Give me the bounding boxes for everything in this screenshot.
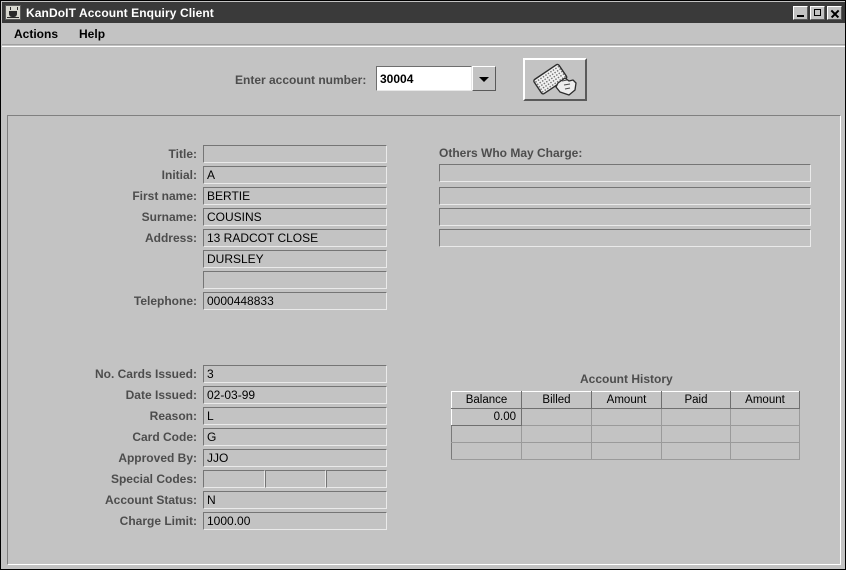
cell-balance-r2[interactable] — [451, 425, 522, 443]
cell-billed-r1[interactable] — [521, 408, 592, 426]
cell-amount2-r2[interactable] — [730, 425, 800, 443]
field-row-account-status: Account Status: N — [89, 491, 387, 509]
cell-billed-r3[interactable] — [521, 442, 592, 460]
minimize-button[interactable] — [793, 5, 808, 20]
account-history-title: Account History — [580, 372, 673, 386]
date-issued-input[interactable]: 02-03-99 — [203, 386, 387, 404]
special-codes-label: Special Codes: — [110, 472, 197, 486]
table-row[interactable] — [451, 425, 800, 443]
approved-by-input[interactable]: JJO — [203, 449, 387, 467]
telephone-label: Telephone: — [133, 294, 197, 308]
account-number-input[interactable]: 30004 — [376, 66, 472, 91]
column-header-amount-2[interactable]: Amount — [730, 391, 800, 409]
account-number-combobox[interactable]: 30004 — [376, 66, 496, 91]
title-label: Title: — [168, 147, 197, 161]
column-header-billed[interactable]: Billed — [521, 391, 592, 409]
other-charger-4-input[interactable] — [439, 229, 811, 247]
surname-input[interactable]: COUSINS — [203, 208, 387, 226]
cell-paid-r3[interactable] — [661, 442, 731, 460]
other-charger-2-input[interactable] — [439, 187, 811, 205]
menu-item-help[interactable]: Help — [70, 25, 114, 43]
maximize-button[interactable] — [810, 5, 825, 20]
table-row[interactable] — [451, 442, 800, 460]
approved-by-label: Approved By: — [118, 451, 197, 465]
cards-issued-input[interactable]: 3 — [203, 365, 387, 383]
column-header-amount-1[interactable]: Amount — [591, 391, 662, 409]
table-row[interactable]: 0.00 — [451, 408, 800, 426]
address-line-2-input[interactable]: DURSLEY — [203, 250, 387, 268]
cell-billed-r2[interactable] — [521, 425, 592, 443]
cell-amount2-r3[interactable] — [730, 442, 800, 460]
account-number-label: Enter account number: — [235, 73, 367, 87]
charge-limit-input[interactable]: 1000.00 — [203, 512, 387, 530]
field-row-telephone: Telephone: 0000448833 — [119, 292, 387, 310]
cell-paid-r2[interactable] — [661, 425, 731, 443]
others-who-may-charge-label: Others Who May Charge: — [439, 146, 583, 160]
address-label: Address: — [144, 231, 197, 245]
charge-limit-label: Charge Limit: — [119, 514, 197, 528]
field-row-charge-limit: Charge Limit: 1000.00 — [89, 512, 387, 530]
special-code-1-input[interactable] — [203, 470, 265, 488]
other-charger-3-input[interactable] — [439, 208, 811, 226]
cell-balance-r3[interactable] — [451, 442, 522, 460]
field-row-title: Title: — [119, 145, 387, 163]
cell-balance-r1[interactable]: 0.00 — [451, 408, 522, 426]
title-input[interactable] — [203, 145, 387, 163]
reason-label: Reason: — [149, 409, 197, 423]
cell-paid-r1[interactable] — [661, 408, 731, 426]
account-status-input[interactable]: N — [203, 491, 387, 509]
window-controls — [793, 5, 842, 20]
chevron-down-icon[interactable] — [472, 66, 496, 91]
field-row-surname: Surname: COUSINS — [119, 208, 387, 226]
address-line-3-input[interactable] — [203, 271, 387, 289]
initial-input[interactable]: A — [203, 166, 387, 184]
card-swipe-hand-icon — [525, 61, 585, 97]
first-name-input[interactable]: BERTIE — [203, 187, 387, 205]
other-charger-1-input[interactable] — [439, 164, 811, 182]
special-code-2-input[interactable] — [265, 470, 326, 488]
address-line-1-input[interactable]: 13 RADCOT CLOSE — [203, 229, 387, 247]
special-code-3-input[interactable] — [326, 470, 387, 488]
column-header-balance[interactable]: Balance — [451, 391, 522, 409]
field-row-card-code: Card Code: G — [89, 428, 387, 446]
reason-input[interactable]: L — [203, 407, 387, 425]
field-row-special-codes: Special Codes: — [89, 470, 387, 488]
close-button[interactable] — [827, 5, 842, 20]
surname-label: Surname: — [141, 210, 197, 224]
card-swipe-button[interactable] — [523, 58, 587, 101]
table-header-row: Balance Billed Amount Paid Amount — [451, 391, 800, 409]
field-row-first-name: First name: BERTIE — [119, 187, 387, 205]
application-window: KanDoIT Account Enquiry Client Actions H… — [0, 0, 846, 570]
card-code-label: Card Code: — [132, 430, 197, 444]
first-name-label: First name: — [132, 189, 197, 203]
account-status-label: Account Status: — [104, 493, 197, 507]
java-coffee-cup-icon — [5, 5, 21, 20]
field-row-reason: Reason: L — [89, 407, 387, 425]
field-row-date-issued: Date Issued: 02-03-99 — [89, 386, 387, 404]
menu-bar: Actions Help — [2, 23, 845, 45]
menu-item-actions[interactable]: Actions — [5, 25, 67, 43]
field-row-address-1: Address: 13 RADCOT CLOSE — [119, 229, 387, 247]
date-issued-label: Date Issued: — [125, 388, 197, 402]
cell-amount1-r3[interactable] — [591, 442, 662, 460]
field-row-approved-by: Approved By: JJO — [89, 449, 387, 467]
field-row-address-3 — [119, 271, 387, 289]
initial-label: Initial: — [161, 168, 197, 182]
title-bar: KanDoIT Account Enquiry Client — [2, 2, 845, 23]
field-row-initial: Initial: A — [119, 166, 387, 184]
cell-amount1-r1[interactable] — [591, 408, 662, 426]
cards-issued-label: No. Cards Issued: — [94, 367, 197, 381]
field-row-cards-issued: No. Cards Issued: 3 — [89, 365, 387, 383]
column-header-paid[interactable]: Paid — [661, 391, 731, 409]
cell-amount1-r2[interactable] — [591, 425, 662, 443]
telephone-input[interactable]: 0000448833 — [203, 292, 387, 310]
account-history-table: Balance Billed Amount Paid Amount 0.00 — [451, 391, 800, 460]
field-row-address-2: DURSLEY — [119, 250, 387, 268]
window-title: KanDoIT Account Enquiry Client — [26, 5, 214, 20]
card-code-input[interactable]: G — [203, 428, 387, 446]
cell-amount2-r1[interactable] — [730, 408, 800, 426]
